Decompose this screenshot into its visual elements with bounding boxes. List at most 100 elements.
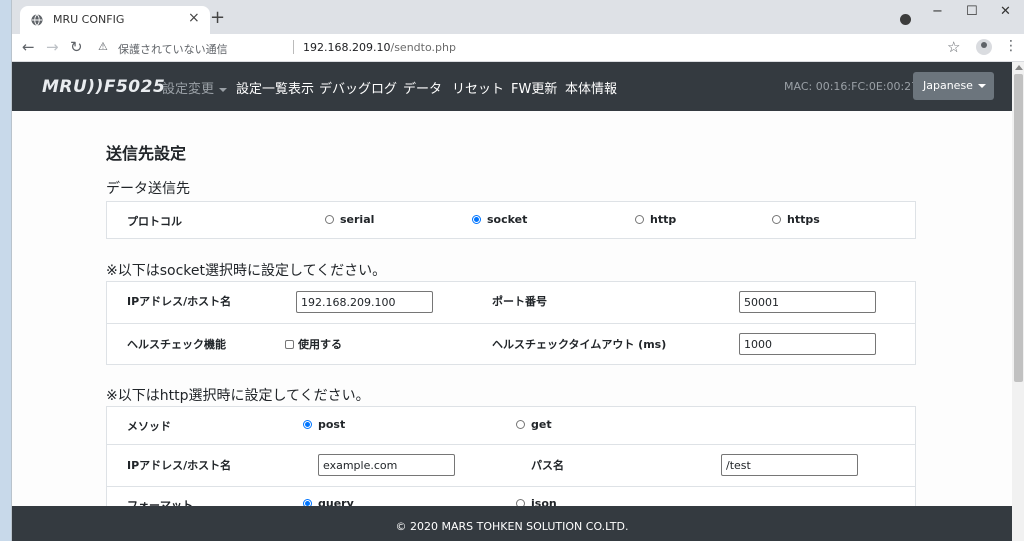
- format-option-json[interactable]: json: [516, 497, 557, 506]
- browser-window: MRU CONFIG × + − ☐ ✕ ← → ↻ ⚠ 保護されていない通信 …: [11, 0, 1024, 541]
- url-host: 192.168.209.10: [303, 41, 391, 54]
- footer-copyright: © 2020 MARS TOHKEN SOLUTION CO.LTD.: [395, 520, 629, 533]
- menu-settings-change-label: 設定変更: [162, 82, 215, 97]
- socket-ip-input[interactable]: [296, 291, 433, 313]
- url-path: /sendto.php: [390, 41, 456, 54]
- radio-https[interactable]: [772, 215, 781, 224]
- menu-settings-list[interactable]: 設定一覧表示: [236, 78, 314, 97]
- page-title: 送信先設定: [106, 144, 187, 163]
- radio-socket-label: socket: [487, 213, 528, 226]
- radio-serial-label: serial: [340, 213, 375, 226]
- account-icon[interactable]: [976, 39, 992, 55]
- path-label: パス名: [531, 459, 564, 472]
- vertical-scrollbar[interactable]: [1012, 62, 1024, 541]
- menu-reset[interactable]: リセット: [452, 78, 504, 97]
- menu-device-info[interactable]: 本体情報: [565, 78, 617, 97]
- http-note: ※以下はhttp選択時に設定してください。: [106, 388, 370, 404]
- socket-note: ※以下はsocket選択時に設定してください。: [106, 263, 387, 279]
- section-heading-destination: データ送信先: [106, 181, 190, 197]
- omnibox-divider: [293, 40, 294, 54]
- health-check-checkbox[interactable]: [285, 340, 294, 349]
- format-option-query[interactable]: query: [303, 497, 354, 506]
- health-timeout-label: ヘルスチェックタイムアウト (ms): [492, 338, 667, 351]
- path-input[interactable]: [721, 454, 858, 476]
- new-tab-button[interactable]: +: [210, 7, 225, 28]
- protocol-label: プロトコル: [127, 215, 182, 228]
- socket-row-address: IPアドレス/ホスト名 ポート番号: [107, 282, 915, 323]
- http-ip-input[interactable]: [318, 454, 455, 476]
- method-option-post[interactable]: post: [303, 418, 345, 431]
- menu-debug-log[interactable]: デバッグログ: [319, 78, 397, 97]
- profile-icon[interactable]: [900, 14, 911, 25]
- scrollbar-thumb[interactable]: [1014, 74, 1023, 382]
- http-row-format: フォーマット query json: [107, 486, 915, 506]
- menu-data[interactable]: データ: [403, 78, 442, 97]
- protocol-row: プロトコル serial socket http https: [107, 202, 915, 238]
- radio-query[interactable]: [303, 499, 312, 506]
- globe-icon: [31, 14, 43, 26]
- port-input[interactable]: [739, 291, 876, 313]
- http-row-method: メソッド post get: [107, 407, 915, 444]
- language-dropdown-button[interactable]: Japanese: [913, 72, 994, 100]
- radio-query-label: query: [318, 497, 354, 506]
- url-text[interactable]: 192.168.209.10/sendto.php: [303, 41, 456, 54]
- chevron-down-icon: [219, 87, 228, 92]
- socket-panel: IPアドレス/ホスト名 ポート番号 ヘルスチェック機能 使用する ヘルスチェック…: [106, 281, 916, 365]
- forward-button[interactable]: →: [46, 38, 59, 56]
- site-navbar: MRU))F5025 設定変更 設定一覧表示 デバッグログ データ リセット F…: [12, 62, 1012, 111]
- insecure-label[interactable]: 保護されていない通信: [118, 41, 228, 57]
- radio-get[interactable]: [516, 420, 525, 429]
- close-window-button[interactable]: ✕: [1000, 4, 1011, 19]
- method-option-get[interactable]: get: [516, 418, 552, 431]
- radio-https-label: https: [787, 213, 820, 226]
- health-timeout-input[interactable]: [739, 333, 876, 355]
- main-content: 送信先設定 データ送信先 プロトコル serial socket http ht…: [12, 111, 1012, 506]
- port-label: ポート番号: [492, 295, 547, 308]
- brand-logo[interactable]: MRU))F5025: [42, 77, 165, 97]
- minimize-button[interactable]: −: [932, 4, 943, 19]
- radio-post[interactable]: [303, 420, 312, 429]
- scroll-up-arrow-icon[interactable]: [1015, 65, 1023, 70]
- radio-json[interactable]: [516, 499, 525, 506]
- browser-tab[interactable]: MRU CONFIG ×: [20, 6, 210, 34]
- protocol-option-serial[interactable]: serial: [325, 213, 374, 226]
- back-button[interactable]: ←: [22, 38, 35, 56]
- radio-socket[interactable]: [472, 215, 481, 224]
- mac-address: MAC: 00:16:FC:0E:00:27: [784, 80, 919, 93]
- tab-title: MRU CONFIG: [53, 13, 125, 26]
- menu-settings-change[interactable]: 設定変更: [162, 78, 228, 97]
- radio-get-label: get: [531, 418, 552, 431]
- health-check-option[interactable]: 使用する: [285, 336, 342, 352]
- tab-strip: MRU CONFIG × + − ☐ ✕: [12, 0, 1024, 34]
- bookmark-star-icon[interactable]: ☆: [947, 38, 960, 56]
- menu-fw-update[interactable]: FW更新: [511, 78, 557, 97]
- radio-json-label: json: [531, 497, 557, 506]
- socket-ip-label: IPアドレス/ホスト名: [127, 295, 232, 308]
- reload-button[interactable]: ↻: [70, 38, 83, 56]
- socket-row-health: ヘルスチェック機能 使用する ヘルスチェックタイムアウト (ms): [107, 323, 915, 364]
- language-label: Japanese: [923, 79, 973, 92]
- browser-toolbar: ← → ↻ ⚠ 保護されていない通信 192.168.209.10/sendto…: [12, 34, 1024, 62]
- site-footer: © 2020 MARS TOHKEN SOLUTION CO.LTD.: [12, 506, 1012, 541]
- protocol-option-http[interactable]: http: [635, 213, 676, 226]
- address-bar[interactable]: ⚠ 保護されていない通信 192.168.209.10/sendto.php: [98, 37, 966, 59]
- protocol-panel: プロトコル serial socket http https: [106, 201, 916, 239]
- http-ip-label: IPアドレス/ホスト名: [127, 459, 232, 472]
- method-label: メソッド: [127, 420, 171, 433]
- maximize-button[interactable]: ☐: [966, 4, 978, 19]
- health-check-checkbox-label: 使用する: [298, 338, 342, 351]
- http-row-address: IPアドレス/ホスト名 パス名: [107, 444, 915, 486]
- desktop-edge: [0, 0, 11, 541]
- radio-serial[interactable]: [325, 215, 334, 224]
- health-check-label: ヘルスチェック機能: [127, 338, 226, 351]
- format-label: フォーマット: [127, 499, 193, 506]
- radio-http[interactable]: [635, 215, 644, 224]
- close-tab-icon[interactable]: ×: [188, 10, 200, 26]
- browser-menu-icon[interactable]: ⋮: [1004, 38, 1018, 54]
- protocol-option-https[interactable]: https: [772, 213, 820, 226]
- chevron-down-icon: [977, 84, 986, 88]
- warning-icon[interactable]: ⚠: [98, 40, 108, 53]
- http-panel: メソッド post get IPアドレス/ホスト名 パス名 フォーマット que…: [106, 406, 916, 506]
- protocol-option-socket[interactable]: socket: [472, 213, 527, 226]
- radio-post-label: post: [318, 418, 346, 431]
